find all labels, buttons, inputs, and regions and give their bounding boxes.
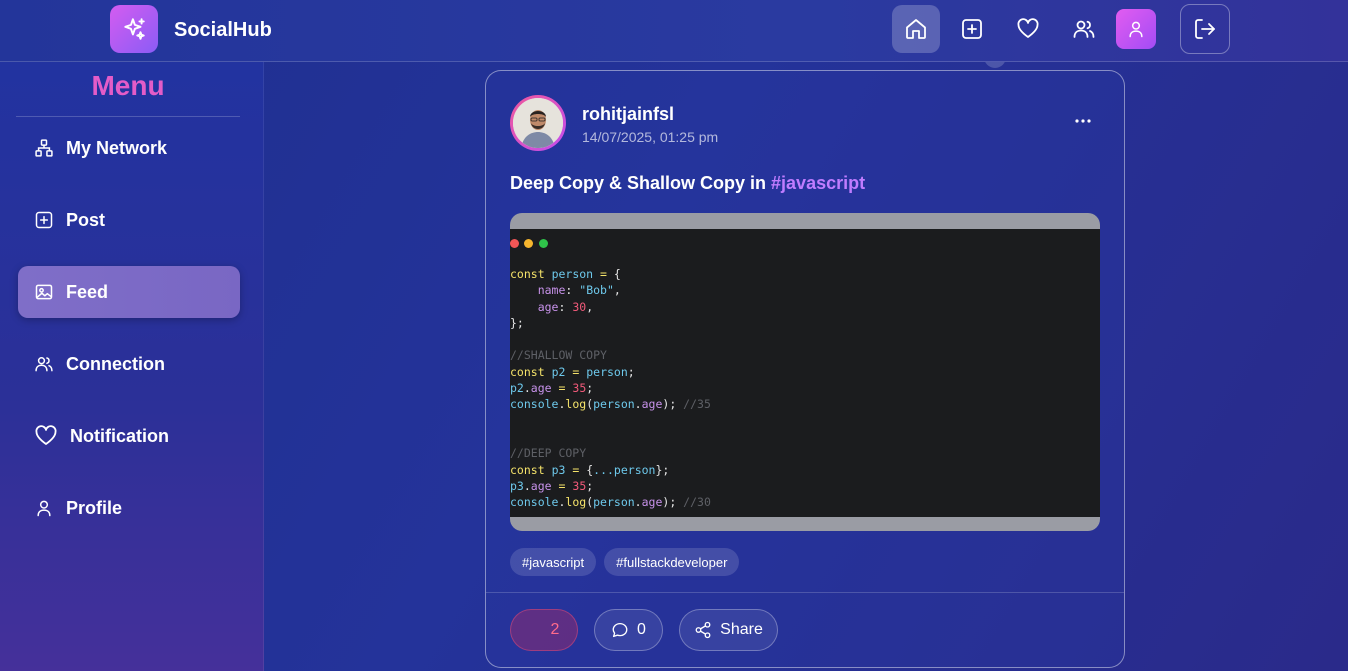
- traffic-light-red: [510, 239, 519, 248]
- post-username[interactable]: rohitjainfsl: [582, 104, 674, 125]
- share-label: Share: [720, 621, 763, 638]
- heart-icon: [35, 425, 57, 445]
- share-button[interactable]: Share: [679, 609, 778, 651]
- code-text: const person = { name: "Bob", age: 30, }…: [510, 267, 711, 510]
- heart-icon: [1017, 18, 1039, 38]
- tag-chip[interactable]: #fullstackdeveloper: [604, 548, 740, 576]
- logout-button[interactable]: [1180, 4, 1230, 54]
- post-text: Deep Copy & Shallow Copy in #javascript: [510, 173, 865, 194]
- post-timestamp: 14/07/2025, 01:25 pm: [582, 129, 719, 145]
- nav-notifications-button[interactable]: [1004, 5, 1052, 53]
- sidebar-item-label: Post: [66, 209, 106, 230]
- nav-profile-button[interactable]: [1116, 9, 1156, 49]
- code-snippet-image: const person = { name: "Bob", age: 30, }…: [510, 229, 1100, 517]
- sidebar-item-label: Connection: [66, 353, 165, 374]
- post-text-hashtag[interactable]: #javascript: [771, 173, 865, 193]
- network-icon: [35, 139, 53, 157]
- avatar[interactable]: [510, 95, 566, 151]
- sidebar-item-label: My Network: [66, 137, 168, 158]
- share-icon: [695, 621, 711, 639]
- top-bar: SocialHub: [0, 0, 1348, 62]
- post-text-body: Deep Copy & Shallow Copy in: [510, 173, 772, 193]
- like-button[interactable]: 2: [510, 609, 578, 651]
- sidebar-item-my-network[interactable]: My Network: [18, 122, 240, 174]
- comment-count: 0: [637, 621, 646, 638]
- more-horizontal-icon: [1075, 119, 1091, 123]
- sidebar-title: Menu: [91, 70, 165, 101]
- plus-square-icon: [35, 211, 53, 229]
- comment-button[interactable]: 0: [594, 609, 663, 651]
- sidebar-item-feed[interactable]: Feed: [18, 266, 240, 318]
- sparkles-icon: [124, 18, 145, 40]
- home-icon: [906, 19, 926, 39]
- sidebar-item-label: Feed: [66, 281, 109, 302]
- users-icon: [35, 357, 53, 372]
- sidebar-item-post[interactable]: Post: [18, 194, 240, 246]
- user-icon: [1129, 21, 1143, 38]
- tag-chip[interactable]: #javascript: [510, 548, 597, 576]
- traffic-light-yellow: [524, 239, 533, 248]
- divider: [16, 116, 240, 117]
- plus-square-icon: [962, 19, 982, 39]
- logout-icon: [1195, 19, 1215, 39]
- traffic-light-green: [539, 239, 548, 248]
- sidebar: Menu My Network Post Feed Connection Not…: [0, 62, 264, 671]
- brand-name: SocialHub: [174, 19, 272, 41]
- sidebar-item-profile[interactable]: Profile: [18, 482, 240, 534]
- user-icon: [37, 500, 51, 517]
- post-tags: #javascript #fullstackdeveloper: [510, 548, 740, 576]
- image-icon: [35, 284, 53, 300]
- sidebar-item-label: Notification: [70, 425, 169, 446]
- nav-create-button[interactable]: [948, 5, 996, 53]
- post-options-button[interactable]: [1074, 111, 1092, 129]
- comment-icon: [612, 622, 628, 638]
- users-icon: [1073, 20, 1095, 38]
- post-card: rohitjainfsl 14/07/2025, 01:25 pm Deep C…: [485, 70, 1125, 668]
- avatar-photo: [513, 98, 563, 148]
- like-count: 2: [550, 621, 560, 638]
- sidebar-item-notification[interactable]: Notification: [18, 410, 240, 462]
- nav-connections-button[interactable]: [1060, 5, 1108, 53]
- app-logo[interactable]: [110, 5, 158, 53]
- sidebar-item-connection[interactable]: Connection: [18, 338, 240, 390]
- nav-home-button[interactable]: [892, 5, 940, 53]
- divider: [486, 592, 1124, 593]
- post-image[interactable]: const person = { name: "Bob", age: 30, }…: [510, 213, 1100, 531]
- sidebar-item-label: Profile: [66, 497, 123, 518]
